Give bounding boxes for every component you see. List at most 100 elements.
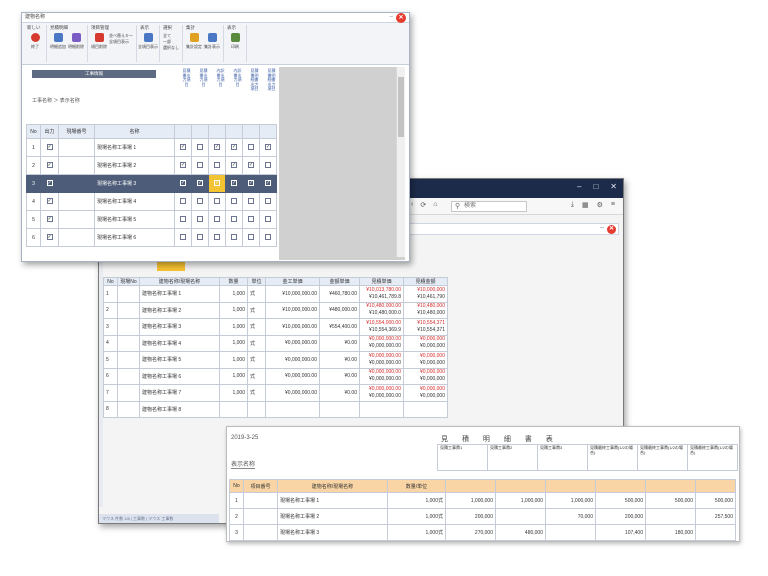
option-checkbox[interactable]: ✓: [180, 180, 186, 187]
dialog-minimize-icon[interactable]: –: [390, 13, 393, 22]
inner-close-icon[interactable]: ✕: [607, 225, 616, 234]
option-checkbox[interactable]: [197, 216, 203, 223]
option-checkbox[interactable]: [197, 198, 203, 205]
back-icon[interactable]: ‹: [411, 201, 413, 209]
option-checkbox[interactable]: [265, 234, 271, 241]
option-checkbox[interactable]: ✓: [197, 180, 203, 187]
table-row[interactable]: 4 ✓ 現場名称工事場 4: [26, 192, 277, 211]
table-row[interactable]: 1 建物名称工事場 1 1,000 式 ¥10,000,000.00 ¥460,780.0…: [103, 285, 448, 303]
name-cell[interactable]: 現場名称工事場 1: [94, 138, 175, 157]
table-row[interactable]: 1 ✓ 現場名称工事場 1 ✓ ✓ ✓ ✓: [26, 138, 277, 157]
ribbon-button[interactable]: 明細削除: [68, 33, 84, 50]
ribbon-button[interactable]: 集計設定: [186, 33, 202, 50]
output-checkbox[interactable]: ✓: [46, 180, 53, 187]
table-row[interactable]: 3 ✓ 現場名称工事場 3 ✓ ✓ ✓ ✓ ✓ ✓: [26, 174, 277, 193]
option-checkbox[interactable]: [197, 162, 203, 169]
active-tab-marker[interactable]: [157, 261, 185, 271]
name-cell[interactable]: 現場名称工事場 3: [94, 174, 175, 193]
vertical-scrollbar[interactable]: [396, 67, 405, 257]
option-checkbox[interactable]: ✓: [248, 162, 254, 169]
site-no-cell[interactable]: [58, 138, 95, 157]
left-pane-header[interactable]: 工事情報: [32, 70, 156, 78]
table-row[interactable]: 8 建物名称工事場 8: [103, 400, 448, 418]
maximize-icon[interactable]: □: [593, 182, 598, 191]
download-icon[interactable]: ⤓: [571, 201, 574, 209]
output-checkbox[interactable]: ✓: [46, 234, 53, 241]
table-row[interactable]: 3 建物名称工事場 3 1,000 式 ¥10,000,000.00 ¥554,400.0…: [103, 318, 448, 336]
output-checkbox[interactable]: ✓: [46, 198, 53, 205]
option-checkbox[interactable]: [231, 198, 237, 205]
ribbon-button[interactable]: 全項目表示: [138, 33, 158, 50]
name-cell[interactable]: 現場名称工事場 2: [94, 156, 175, 175]
table-row[interactable]: 5 建物名称工事場 5 1,000 式 ¥0,000,000.00 ¥0.00 ¥0,000…: [103, 351, 448, 369]
option-checkbox[interactable]: ✓: [180, 144, 186, 151]
output-checkbox[interactable]: ✓: [46, 144, 53, 151]
option-checkbox[interactable]: [214, 198, 220, 205]
option-checkbox[interactable]: [248, 144, 254, 151]
option-checkbox[interactable]: ✓: [214, 180, 220, 187]
option-checkbox[interactable]: [265, 162, 271, 169]
table-row[interactable]: 2 ✓ 現場名称工事場 2 ✓ ✓ ✓: [26, 156, 277, 175]
grid-icon[interactable]: ▦: [582, 201, 589, 209]
site-no-cell[interactable]: [58, 156, 95, 175]
table-row[interactable]: 6 建物名称工事場 6 1,000 式 ¥0,000,000.00 ¥0.00 ¥0,000…: [103, 367, 448, 385]
report-title: 見 積 明 細 書 表: [441, 436, 559, 443]
table-row[interactable]: 6 ✓ 現場名称工事場 6: [26, 228, 277, 247]
option-checkbox[interactable]: [248, 234, 254, 241]
ribbon-button[interactable]: 印刷: [227, 33, 243, 50]
site-no-cell[interactable]: [58, 174, 95, 193]
table-row[interactable]: 4 建物名称工事場 4 1,000 式 ¥0,000,000.00 ¥0.00 ¥0,000…: [103, 334, 448, 352]
option-checkbox[interactable]: [265, 198, 271, 205]
close-icon[interactable]: ✕: [610, 182, 617, 191]
ribbon-option[interactable]: 選択なし: [163, 45, 179, 51]
option-checkbox[interactable]: ✓: [231, 144, 237, 151]
option-checkbox[interactable]: [248, 198, 254, 205]
option-checkbox[interactable]: [214, 216, 220, 223]
option-checkbox[interactable]: [231, 234, 237, 241]
ribbon-option[interactable]: 全項目表示: [109, 39, 133, 45]
option-checkbox[interactable]: [180, 198, 186, 205]
refresh-icon[interactable]: ⟳: [420, 201, 426, 209]
home-icon[interactable]: ⌂: [433, 201, 437, 209]
option-checkbox[interactable]: ✓: [231, 162, 237, 169]
ribbon-button[interactable]: 明細追加: [50, 33, 66, 50]
option-checkbox[interactable]: [231, 216, 237, 223]
option-checkbox[interactable]: ✓: [231, 180, 237, 187]
site-no-cell[interactable]: [58, 192, 95, 211]
option-checkbox[interactable]: [180, 234, 186, 241]
option-checkbox[interactable]: [214, 234, 220, 241]
option-checkbox[interactable]: ✓: [265, 144, 271, 151]
minimize-icon[interactable]: –: [577, 182, 581, 191]
site-no-cell: [117, 285, 140, 303]
ribbon-button[interactable]: 終了: [27, 33, 43, 50]
table-row[interactable]: 7 建物名称工事場 7 1,000 式 ¥0,000,000.00 ¥0.00 ¥0,000…: [103, 384, 448, 402]
name-cell[interactable]: 現場名称工事場 4: [94, 192, 175, 211]
option-checkbox[interactable]: ✓: [214, 144, 220, 151]
option-checkbox[interactable]: ✓: [265, 180, 271, 187]
option-checkbox[interactable]: [197, 144, 203, 151]
menu-icon[interactable]: ≡: [611, 201, 615, 209]
option-checkbox[interactable]: [197, 234, 203, 241]
option-checkbox[interactable]: [265, 216, 271, 223]
name-cell[interactable]: 現場名称工事場 5: [94, 210, 175, 229]
dialog-close-icon[interactable]: ✕: [396, 13, 406, 23]
estimate-value-top: ¥0,000,000.00: [369, 352, 401, 359]
output-checkbox[interactable]: ✓: [46, 216, 53, 223]
name-cell[interactable]: 現場名称工事場 6: [94, 228, 175, 247]
option-checkbox[interactable]: [214, 162, 220, 169]
table-row[interactable]: 5 ✓ 現場名称工事場 5: [26, 210, 277, 229]
search-input[interactable]: ⚲ 検索: [451, 201, 527, 212]
option-checkbox[interactable]: [248, 216, 254, 223]
site-no-cell[interactable]: [58, 228, 95, 247]
ribbon-button[interactable]: 項目削除: [91, 33, 107, 50]
site-no-cell[interactable]: [58, 210, 95, 229]
table-row[interactable]: 2 建物名称工事場 2 1,000 式 ¥10,000,000.00 ¥480,000.0…: [103, 301, 448, 319]
option-checkbox[interactable]: [180, 216, 186, 223]
option-checkbox[interactable]: ✓: [180, 162, 186, 169]
scrollbar-thumb[interactable]: [398, 77, 404, 137]
settings-icon[interactable]: ⚙: [597, 201, 603, 209]
inner-minimize-icon[interactable]: –: [600, 224, 604, 231]
option-checkbox[interactable]: ✓: [248, 180, 254, 187]
ribbon-button[interactable]: 集計表示: [204, 33, 220, 50]
output-checkbox[interactable]: ✓: [46, 162, 53, 169]
